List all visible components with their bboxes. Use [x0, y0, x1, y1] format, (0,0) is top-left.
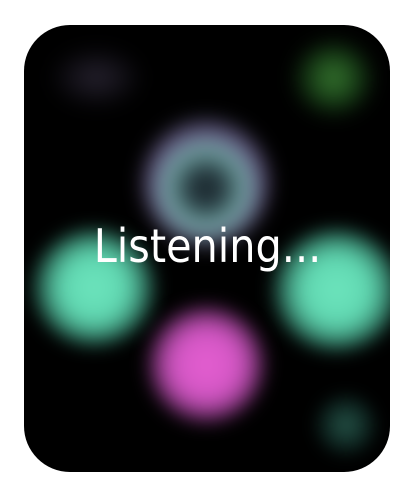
voice-orb-bottom: [149, 307, 264, 422]
ambient-orb-dark: [54, 50, 139, 105]
ambient-orb-teal: [316, 395, 376, 455]
ambient-orb-green: [296, 43, 371, 113]
listening-status-text: Listening...: [93, 219, 322, 273]
